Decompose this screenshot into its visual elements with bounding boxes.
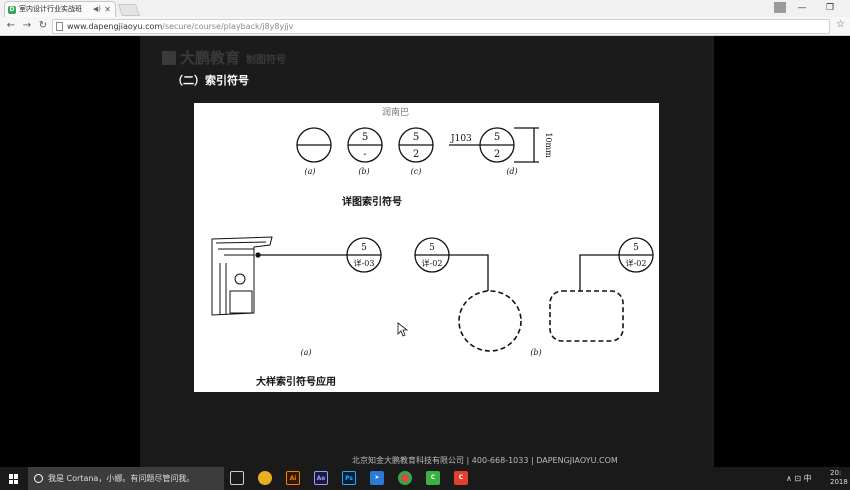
photoshop-icon[interactable]: Ps — [342, 471, 356, 485]
bottom-symbol-3: 5 详-02 — [618, 237, 654, 273]
figure-panel: 5 - 5 2 J103 5 2 10mm 润南巴 (a) (b) (c) (d… — [194, 103, 659, 392]
symbol-b-top: 5 — [362, 132, 368, 143]
green-app-icon[interactable]: C — [426, 471, 440, 485]
tab-audio-icon[interactable]: ◀) — [93, 2, 101, 17]
tab-close-icon[interactable]: ✕ — [104, 2, 111, 17]
dashed-rect-detail — [549, 290, 624, 342]
caption-detail-application: 大样索引符号应用 — [256, 375, 336, 388]
caption-detail-index: 详图索引符号 — [342, 195, 402, 208]
url-host: www.dapengjiaoyu.com — [67, 22, 163, 31]
label-d-top: (d) — [506, 167, 517, 176]
clock-date: 2018 — [830, 478, 848, 486]
symbol-d: J103 5 2 10mm — [449, 127, 553, 163]
start-button[interactable] — [0, 467, 28, 490]
reload-icon[interactable]: ↻ — [36, 18, 50, 34]
symbol-d-top: 5 — [494, 132, 500, 143]
label-a-top: (a) — [304, 167, 315, 176]
url-path: /secure/course/playback/j8y8yjjv — [162, 22, 294, 31]
symbol-c-bottom: 2 — [413, 149, 419, 160]
symbol-d-bottom: 2 — [494, 149, 500, 160]
mouse-cursor-icon — [397, 322, 409, 337]
cornice-drawing — [211, 236, 273, 316]
symbol-b-bottom: - — [363, 149, 366, 160]
window-minimize-button[interactable]: — — [790, 0, 814, 16]
after-effects-icon[interactable]: Ae — [314, 471, 328, 485]
cortana-search-box[interactable]: 我是 Cortana，小娜。有问题尽管问我。 — [28, 467, 224, 490]
task-view-icon[interactable] — [230, 471, 244, 485]
label-a-bottom: (a) — [300, 348, 311, 357]
clock-time: 20: — [830, 469, 842, 477]
brand-logo-icon — [162, 51, 176, 65]
taskbar: 我是 Cortana，小娜。有问题尽管问我。 Ai Ae Ps ➤ C C ∧ … — [0, 467, 850, 490]
new-tab-button[interactable] — [117, 4, 141, 16]
folder-app-icon[interactable] — [258, 471, 272, 485]
label-b-top: (b) — [358, 167, 369, 176]
site-favicon-icon: D — [8, 6, 16, 14]
bottom-symbol-3-top: 5 — [633, 243, 639, 253]
forward-arrow-icon[interactable]: → — [20, 18, 34, 34]
browser-tab[interactable]: D 室内设计行业实战班 ◀) ✕ — [4, 1, 116, 17]
windows-logo-icon — [9, 474, 19, 484]
bottom-symbol-1: 5 详-03 — [346, 237, 382, 273]
handwritten-watermark: 润南巴 — [382, 106, 409, 118]
symbol-b: 5 - — [347, 127, 383, 163]
tab-title: 室内设计行业实战班 — [19, 5, 82, 13]
label-b-bottom: (b) — [530, 348, 541, 357]
symbol-a — [296, 127, 332, 163]
slide-heading: （二）索引符号 — [172, 74, 249, 87]
bookmark-star-icon[interactable]: ☆ — [836, 19, 845, 30]
browser-tabstrip: D 室内设计行业实战班 ◀) ✕ — ❐ — [0, 0, 850, 17]
slide-brand: 大鹏教育 制图符号 — [162, 47, 286, 67]
symbol-d-prefix: J103 — [450, 134, 472, 144]
dashed-circle-detail — [458, 290, 522, 352]
address-bar[interactable]: www.dapengjiaoyu.com/secure/course/playb… — [52, 19, 830, 34]
bottom-symbol-2-bottom: 详-02 — [422, 258, 443, 268]
symbol-c-top: 5 — [413, 132, 419, 143]
page-info-icon[interactable] — [56, 22, 63, 31]
slide-footer: 北京知金大鹏教育科技有限公司 | 400-668-1033 | DAPENGJI… — [352, 456, 618, 465]
browser-toolbar: ← → ↻ www.dapengjiaoyu.com/secure/course… — [0, 17, 850, 36]
bottom-symbol-2-top: 5 — [429, 243, 435, 253]
brand-subtitle: 制图符号 — [246, 55, 287, 66]
label-c-top: (c) — [411, 167, 422, 176]
index-symbol-figure: 5 - 5 2 J103 5 2 10mm 润南巴 (a) (b) (c) (d… — [211, 106, 654, 388]
cortana-icon — [34, 474, 43, 483]
cortana-text: 我是 Cortana，小娜。有问题尽管问我。 — [48, 474, 195, 483]
dimension-label: 10mm — [544, 132, 553, 158]
back-arrow-icon[interactable]: ← — [4, 18, 18, 34]
bottom-symbol-2: 5 详-02 — [414, 237, 450, 273]
window-restore-button[interactable]: ❐ — [818, 0, 842, 16]
bottom-symbol-3-bottom: 详-02 — [626, 258, 647, 268]
illustrator-icon[interactable]: Ai — [286, 471, 300, 485]
bottom-symbol-1-bottom: 详-03 — [354, 258, 375, 268]
bottom-symbol-1-top: 5 — [361, 243, 367, 253]
system-tray[interactable]: ∧ ⊡ 中 — [786, 467, 812, 490]
user-profile-icon[interactable] — [774, 2, 786, 13]
red-app-icon[interactable]: C — [454, 471, 468, 485]
chrome-icon[interactable] — [398, 471, 412, 485]
brand-name: 大鹏教育 — [180, 49, 241, 67]
clock[interactable]: 20: 2018 — [830, 469, 848, 487]
messenger-app-icon[interactable]: ➤ — [370, 471, 384, 485]
symbol-c: 5 2 — [398, 127, 434, 163]
